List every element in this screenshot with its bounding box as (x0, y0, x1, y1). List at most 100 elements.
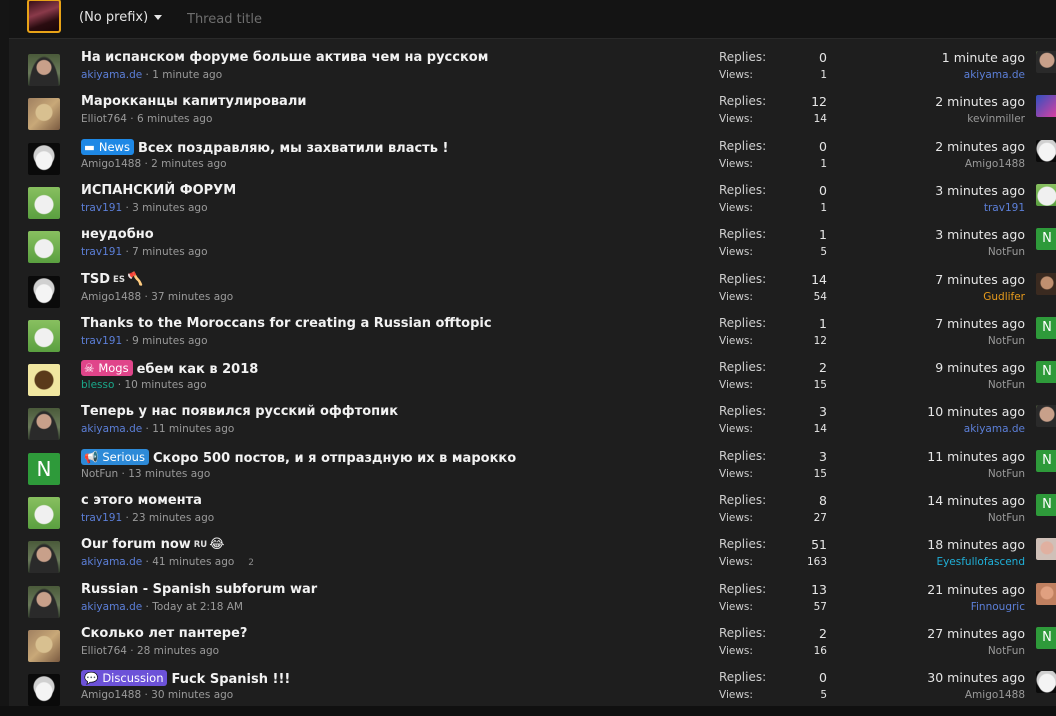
author-avatar[interactable] (28, 408, 60, 441)
last-post-time[interactable]: 1 minute ago (942, 50, 1025, 65)
last-post-user[interactable]: NotFun (988, 645, 1025, 657)
author-link[interactable]: Amigo1488 (81, 291, 141, 303)
author-link[interactable]: trav191 (81, 335, 122, 347)
thread-title[interactable]: Теперь у нас появился русский оффтопик (81, 404, 398, 419)
last-poster-avatar[interactable] (1036, 139, 1056, 162)
last-poster-avatar[interactable]: N (1036, 316, 1056, 339)
author-avatar[interactable] (28, 674, 60, 707)
author-link[interactable]: akiyama.de (81, 423, 142, 435)
author-link[interactable]: Amigo1488 (81, 158, 141, 170)
author-link[interactable]: akiyama.de (81, 69, 142, 81)
author-avatar[interactable] (28, 231, 60, 264)
start-date[interactable]: Today at 2:18 AM (152, 601, 243, 613)
last-post-time[interactable]: 2 minutes ago (935, 94, 1025, 109)
start-date[interactable]: 6 minutes ago (137, 113, 212, 125)
last-poster-avatar[interactable] (1036, 183, 1056, 206)
author-link[interactable]: akiyama.de (81, 556, 142, 568)
last-post-time[interactable]: 9 minutes ago (935, 360, 1025, 375)
thread-title[interactable]: На испанском форуме больше актива чем на… (81, 50, 488, 65)
start-date[interactable]: 28 minutes ago (137, 645, 219, 657)
prefix-label-discussion[interactable]: 💬 Discussion (81, 670, 168, 687)
last-poster-avatar[interactable] (1036, 272, 1056, 295)
last-post-user[interactable]: Gudlifer (983, 291, 1025, 303)
prefix-select[interactable]: (No prefix) (79, 0, 163, 36)
last-poster-avatar[interactable]: N (1036, 228, 1056, 251)
start-date[interactable]: 2 minutes ago (151, 158, 226, 170)
last-post-time[interactable]: 2 minutes ago (935, 139, 1025, 154)
thread-title[interactable]: Russian - Spanish subforum war (81, 582, 317, 597)
last-post-time[interactable]: 7 minutes ago (935, 316, 1025, 331)
thread-title[interactable]: Our forum now RU 😂 (81, 537, 224, 552)
start-date[interactable]: 10 minutes ago (124, 379, 206, 391)
author-avatar[interactable] (28, 54, 60, 86)
start-date[interactable]: 23 minutes ago (132, 512, 214, 524)
start-date[interactable]: 7 minutes ago (132, 246, 207, 258)
author-avatar[interactable] (28, 275, 60, 308)
author-link[interactable]: Amigo1488 (81, 689, 141, 701)
last-post-time[interactable]: 3 minutes ago (935, 227, 1025, 242)
last-poster-avatar[interactable] (1036, 538, 1056, 561)
author-link[interactable]: trav191 (81, 246, 122, 258)
thread-title[interactable]: TSD ES 🪓 (81, 272, 143, 287)
thread-title[interactable]: Сколько лет пантере? (81, 626, 247, 641)
last-poster-avatar[interactable] (1036, 582, 1056, 605)
prefix-label-news[interactable]: ▬ News (81, 138, 134, 155)
last-post-time[interactable]: 27 minutes ago (927, 626, 1025, 641)
author-avatar[interactable] (28, 319, 60, 352)
author-avatar[interactable] (28, 364, 60, 397)
thread-title[interactable]: Thanks to the Moroccans for creating a R… (81, 316, 492, 331)
last-post-time[interactable]: 21 minutes ago (927, 582, 1025, 597)
author-link[interactable]: Elliot764 (81, 113, 127, 125)
last-post-user[interactable]: akiyama.de (964, 69, 1025, 81)
last-post-user[interactable]: NotFun (988, 335, 1025, 347)
thread-title[interactable]: ☠ Mogs ебем как в 2018 (81, 360, 258, 377)
author-avatar[interactable] (28, 585, 60, 618)
last-poster-avatar[interactable]: N (1036, 449, 1056, 472)
author-avatar[interactable] (28, 629, 60, 662)
last-post-time[interactable]: 10 minutes ago (927, 404, 1025, 419)
start-date[interactable]: 37 minutes ago (151, 291, 233, 303)
author-avatar[interactable] (28, 142, 60, 175)
author-avatar[interactable] (28, 186, 60, 219)
author-link[interactable]: Elliot764 (81, 645, 127, 657)
last-post-time[interactable]: 3 minutes ago (935, 183, 1025, 198)
thread-title[interactable]: Марокканцы капитулировали (81, 94, 306, 109)
author-link[interactable]: trav191 (81, 202, 122, 214)
start-date[interactable]: 30 minutes ago (151, 689, 233, 701)
last-post-user[interactable]: trav191 (984, 202, 1025, 214)
thread-title[interactable]: ▬ News Всех поздравляю, мы захватили власт… (81, 138, 448, 156)
start-date[interactable]: 9 minutes ago (132, 335, 207, 347)
last-post-user[interactable]: Amigo1488 (965, 689, 1025, 701)
thread-title[interactable]: ИСПАНСКИЙ ФОРУМ (81, 183, 236, 198)
author-link[interactable]: trav191 (81, 512, 122, 524)
last-poster-avatar[interactable]: N (1036, 626, 1056, 649)
prefix-label-serious[interactable]: 📢 Serious (81, 448, 149, 465)
last-post-user[interactable]: kevinmiller (967, 113, 1025, 125)
thread-title[interactable]: с этого момента (81, 493, 202, 508)
author-avatar[interactable]: N (28, 452, 60, 485)
last-poster-avatar[interactable]: N (1036, 494, 1056, 516)
last-post-time[interactable]: 18 minutes ago (927, 537, 1025, 552)
last-post-time[interactable]: 14 minutes ago (927, 493, 1025, 508)
author-link[interactable]: blesso (81, 379, 114, 391)
current-user-avatar[interactable] (27, 0, 61, 33)
last-post-user[interactable]: NotFun (988, 246, 1025, 258)
author-avatar[interactable] (28, 541, 60, 574)
last-post-time[interactable]: 11 minutes ago (927, 449, 1025, 464)
start-date[interactable]: 13 minutes ago (128, 468, 210, 480)
thread-title[interactable]: неудобно (81, 227, 154, 242)
last-post-user[interactable]: akiyama.de (964, 423, 1025, 435)
last-poster-avatar[interactable]: N (1036, 361, 1056, 384)
last-poster-avatar[interactable] (1036, 405, 1056, 428)
last-post-user[interactable]: Finnougric (971, 601, 1025, 613)
author-link[interactable]: NotFun (81, 468, 118, 480)
last-post-user[interactable]: Amigo1488 (965, 158, 1025, 170)
start-date[interactable]: 11 minutes ago (152, 423, 234, 435)
thread-title[interactable]: 📢 Serious Скоро 500 постов, и я отпраздную… (81, 448, 516, 466)
last-post-time[interactable]: 7 minutes ago (935, 272, 1025, 287)
last-poster-avatar[interactable] (1036, 671, 1056, 694)
author-link[interactable]: akiyama.de (81, 601, 142, 613)
last-post-user[interactable]: Eyesfullofascend (936, 556, 1025, 568)
prefix-label-mogs[interactable]: ☠ Mogs (81, 360, 133, 377)
author-avatar[interactable] (28, 98, 60, 131)
